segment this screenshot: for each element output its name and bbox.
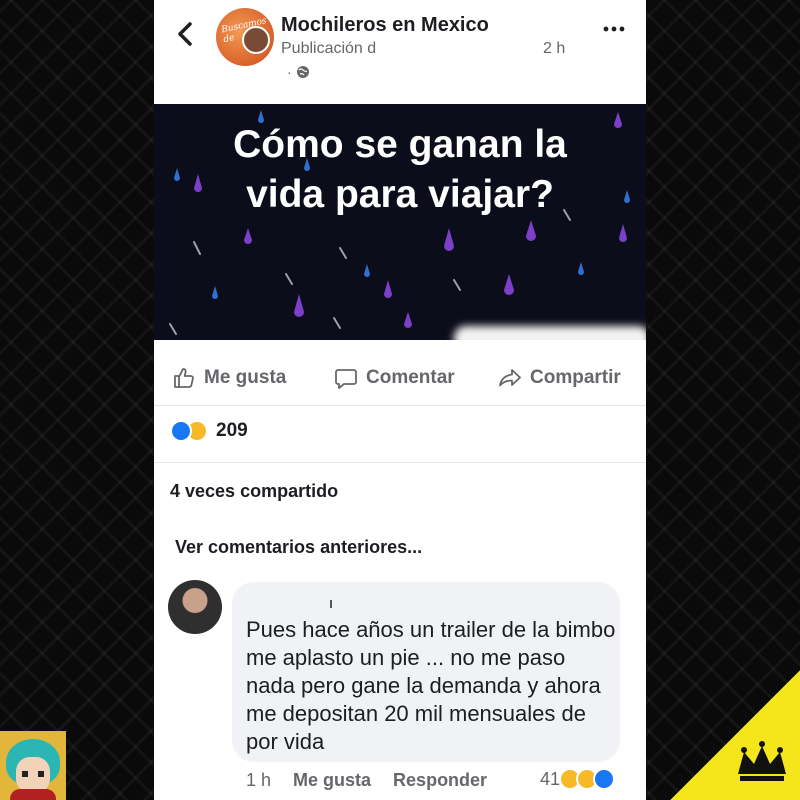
page-name[interactable]: Mochileros en Mexico [281,14,489,37]
commenter-avatar[interactable] [168,580,222,634]
comment-reactions[interactable]: 41 [540,768,616,790]
comment-icon [335,369,357,389]
anime-avatar-overlay [0,731,66,800]
post-time[interactable]: 2 h [543,40,565,58]
comment-time[interactable]: 1 h [246,770,271,791]
page-avatar[interactable]: Buscamos de [216,8,274,66]
like-button[interactable]: Me gusta [172,366,286,390]
share-icon [499,369,521,387]
comment-like-button[interactable]: Me gusta [293,770,371,791]
facebook-post: Buscamos de Mochileros en Mexico Publica… [154,0,646,800]
share-label: Compartir [530,367,621,388]
comment-reaction-count: 41 [540,768,561,789]
name-mark [330,600,332,608]
crown-icon [738,741,786,781]
reaction-count: 209 [216,420,248,441]
globe-icon [296,66,309,78]
shares-count[interactable]: 4 veces compartido [170,481,338,502]
comment-label: Comentar [366,367,455,388]
post-image[interactable]: Cómo se ganan la vida para viajar? [154,104,646,340]
headline-line-2: vida para viajar? [246,173,554,216]
commenter-name[interactable] [252,594,336,608]
reactions-summary[interactable]: 209 [170,420,248,442]
post-image-headline: Cómo se ganan la vida para viajar? [154,120,646,220]
like-reaction-icon [170,420,192,442]
more-icon[interactable] [602,24,626,34]
avatar-face [242,26,270,54]
share-button[interactable]: Compartir [498,366,621,390]
comment-text: Pues hace años un trailer de la bimbo me… [246,617,616,754]
view-previous-comments[interactable]: Ver comentarios anteriores... [175,537,422,558]
anime-eyes [22,771,44,777]
comment-reply-button[interactable]: Responder [393,770,487,791]
comment-button[interactable]: Comentar [334,366,455,390]
like-label: Me gusta [204,367,287,388]
corner-badge [670,670,800,800]
headline-line-1: Cómo se ganan la [233,123,567,166]
anime-shirt [10,789,56,800]
post-header: Buscamos de Mochileros en Mexico Publica… [154,0,646,104]
blurred-watermark [454,326,646,340]
comment-actions: 1 h Me gusta Responder [246,770,487,791]
back-icon[interactable] [174,20,196,48]
like-reaction-icon [593,768,616,790]
divider [154,462,646,463]
post-meta: Publicación d [281,40,377,57]
action-bar: Me gusta Comentar Compartir [154,348,646,406]
privacy-row: · [287,64,310,80]
like-icon [174,368,194,388]
privacy-dot: · [287,64,292,80]
